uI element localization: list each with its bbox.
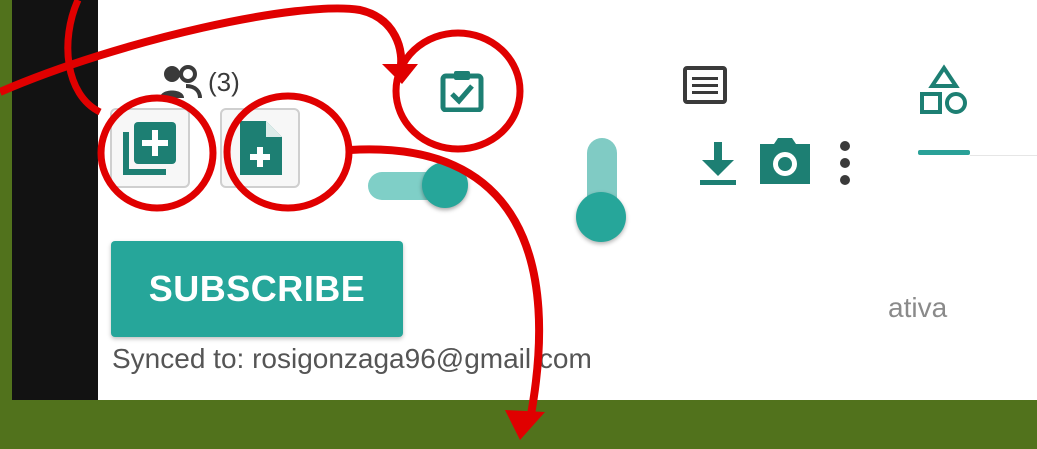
download-button[interactable]	[698, 140, 738, 191]
library-add-icon	[123, 122, 176, 175]
camera-button[interactable]	[758, 138, 812, 191]
list-icon	[683, 66, 727, 104]
shapes-icon	[920, 64, 967, 114]
subscribe-button[interactable]: SUBSCRIBE	[111, 241, 403, 337]
vertical-slider[interactable]	[576, 138, 628, 242]
download-icon	[700, 142, 736, 185]
shapes-tab-indicator	[918, 150, 970, 155]
synced-account-text: Synced to: rosigonzaga96@gmail.com	[112, 343, 592, 374]
more-vert-icon	[840, 141, 850, 185]
people-count: (3)	[208, 66, 240, 97]
annotation-arrowhead-bottom	[505, 410, 545, 440]
toggle-switch[interactable]	[368, 162, 468, 208]
people-icon	[160, 65, 202, 99]
note-add-icon	[240, 121, 282, 175]
left-dark-strip	[12, 0, 98, 400]
add-collection-button[interactable]	[110, 108, 190, 188]
tab-divider	[970, 155, 1037, 156]
new-file-button[interactable]	[220, 108, 300, 188]
more-options-button[interactable]	[838, 140, 852, 191]
partial-label: ativa	[888, 292, 948, 323]
people-counter[interactable]: (3)	[158, 62, 240, 102]
clipboard-check-icon	[440, 71, 484, 113]
app-panel: (3) SUBSCRIBE ativa Synced to: rosigonza…	[98, 0, 1037, 400]
shapes-button[interactable]	[918, 64, 970, 121]
camera-icon	[760, 138, 810, 184]
clipboard-check-button[interactable]	[440, 70, 484, 117]
toggle-knob	[422, 162, 468, 208]
list-view-button[interactable]	[683, 66, 727, 109]
slider-thumb[interactable]	[576, 192, 626, 242]
